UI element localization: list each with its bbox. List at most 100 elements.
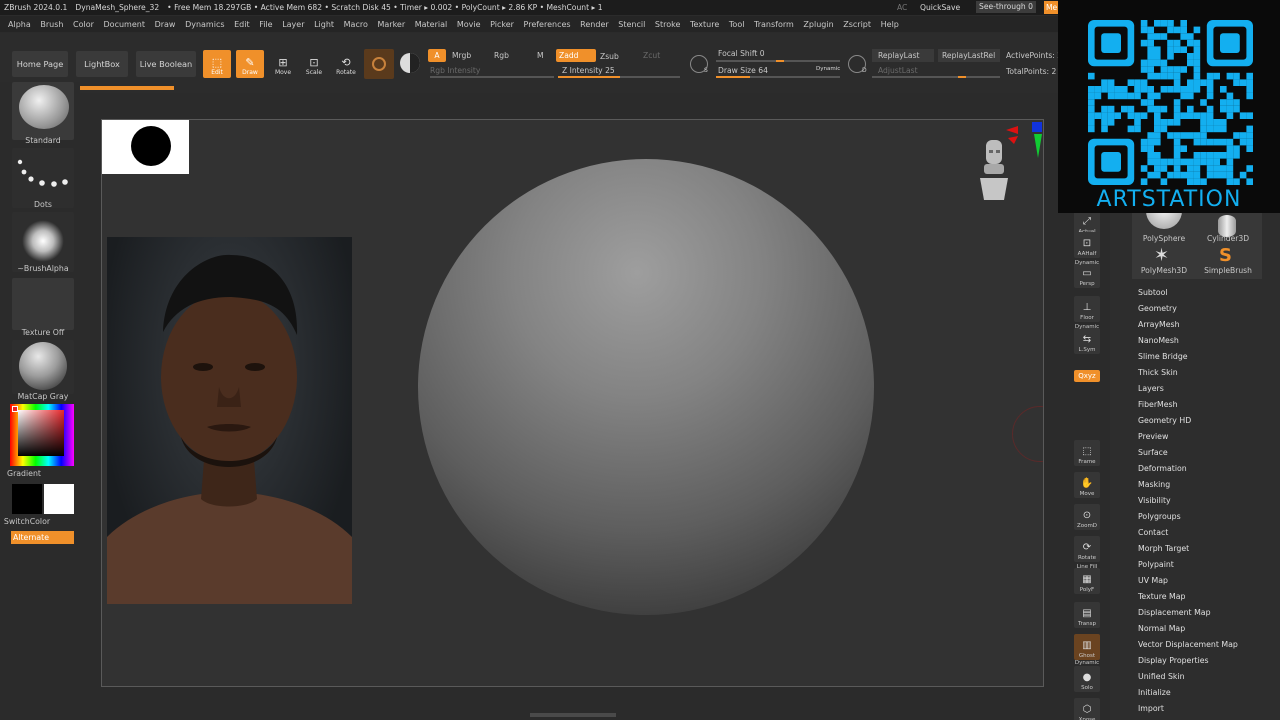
see-through-slider[interactable]: See-through 0 xyxy=(976,1,1036,13)
scale-button[interactable]: ⊡ Scale xyxy=(300,50,328,78)
live-boolean-button[interactable]: Live Boolean xyxy=(136,51,196,77)
color-square[interactable] xyxy=(18,410,64,456)
palette-vector-displacement-map[interactable]: Vector Displacement Map xyxy=(1138,640,1238,649)
palette-morph-target[interactable]: Morph Target xyxy=(1138,544,1189,553)
palette-texture-map[interactable]: Texture Map xyxy=(1138,592,1185,601)
palette-surface[interactable]: Surface xyxy=(1138,448,1168,457)
menu-stencil[interactable]: Stencil xyxy=(618,20,645,29)
replay-last-button[interactable]: ReplayLast xyxy=(872,49,934,62)
tool-cylinder3d[interactable]: Cylinder3D xyxy=(1197,234,1259,243)
zsub-toggle[interactable]: Zsub xyxy=(600,52,619,61)
rightbar-transp[interactable]: ▤ Transp xyxy=(1074,602,1100,628)
menu-file[interactable]: File xyxy=(259,20,272,29)
menu-texture[interactable]: Texture xyxy=(690,20,719,29)
tool-polysphere[interactable]: PolySphere xyxy=(1133,234,1195,243)
menu-light[interactable]: Light xyxy=(314,20,334,29)
switch-color-button[interactable]: SwitchColor xyxy=(0,517,62,526)
draw-size-slider[interactable]: Draw Size 64 xyxy=(718,66,768,75)
menu-material[interactable]: Material xyxy=(415,20,448,29)
palette-geometry-hd[interactable]: Geometry HD xyxy=(1138,416,1191,425)
palette-thick-skin[interactable]: Thick Skin xyxy=(1138,368,1178,377)
tool-polymesh3d[interactable]: PolyMesh3D xyxy=(1133,266,1195,275)
rightbar-zoomd[interactable]: ⊙ ZoomD xyxy=(1074,504,1100,530)
palette-geometry[interactable]: Geometry xyxy=(1138,304,1177,313)
z-intensity-slider[interactable]: Z Intensity 25 xyxy=(562,66,615,75)
a-toggle[interactable]: A xyxy=(428,49,446,62)
bottom-scroll-handle[interactable] xyxy=(530,713,616,717)
menu-draw[interactable]: Draw xyxy=(155,20,176,29)
rightbar-floor[interactable]: ⊥ Floor xyxy=(1074,296,1100,322)
menus-toggle[interactable]: Me xyxy=(1044,1,1060,14)
palette-fibermesh[interactable]: FiberMesh xyxy=(1138,400,1178,409)
rightbar-lsym[interactable]: ⇆ L.Sym xyxy=(1074,328,1100,354)
rightbar-xpose[interactable]: ⬡ Xpose xyxy=(1074,698,1100,720)
palette-visibility[interactable]: Visibility xyxy=(1138,496,1171,505)
rightbar-qxyz[interactable]: Qxyz xyxy=(1074,370,1100,382)
adjust-last-slider[interactable]: AdjustLast xyxy=(878,66,918,75)
palette-masking[interactable]: Masking xyxy=(1138,480,1170,489)
palette-deformation[interactable]: Deformation xyxy=(1138,464,1187,473)
home-page-button[interactable]: Home Page xyxy=(12,51,68,77)
palette-initialize[interactable]: Initialize xyxy=(1138,688,1171,697)
palette-subtool[interactable]: Subtool xyxy=(1138,288,1168,297)
palette-uv-map[interactable]: UV Map xyxy=(1138,576,1168,585)
alternate-button[interactable]: Alternate xyxy=(11,531,74,544)
replay-last-rel-button[interactable]: ReplayLastRel xyxy=(938,49,1000,62)
palette-displacement-map[interactable]: Displacement Map xyxy=(1138,608,1211,617)
menu-transform[interactable]: Transform xyxy=(754,20,794,29)
material-thumbnail[interactable] xyxy=(12,340,74,394)
palette-polygroups[interactable]: Polygroups xyxy=(1138,512,1181,521)
palette-display-properties[interactable]: Display Properties xyxy=(1138,656,1209,665)
zcut-toggle[interactable]: Zcut xyxy=(643,51,660,60)
rightbar-move[interactable]: ✋ Move xyxy=(1074,472,1100,498)
m-toggle[interactable]: M xyxy=(537,51,544,60)
rightbar-polyf[interactable]: ▦ PolyF xyxy=(1074,568,1100,594)
secondary-color-swatch[interactable] xyxy=(44,484,74,514)
rgb-toggle[interactable]: Rgb xyxy=(494,51,509,60)
menu-brush[interactable]: Brush xyxy=(40,20,63,29)
palette-unified-skin[interactable]: Unified Skin xyxy=(1138,672,1185,681)
palette-contact[interactable]: Contact xyxy=(1138,528,1168,537)
palette-layers[interactable]: Layers xyxy=(1138,384,1164,393)
palette-slime-bridge[interactable]: Slime Bridge xyxy=(1138,352,1188,361)
rgb-intensity-slider[interactable]: Rgb Intensity xyxy=(430,66,480,75)
menu-help[interactable]: Help xyxy=(881,20,899,29)
palette-preview[interactable]: Preview xyxy=(1138,432,1168,441)
stroke-thumbnail[interactable] xyxy=(12,148,74,208)
alpha-thumbnail[interactable] xyxy=(12,212,74,272)
menu-tool[interactable]: Tool xyxy=(729,20,745,29)
brush-preview[interactable] xyxy=(364,49,394,79)
primary-color-swatch[interactable] xyxy=(12,484,42,514)
move-button[interactable]: ⊞ Move xyxy=(269,50,297,78)
rightbar-rotate[interactable]: ⟳ Rotate xyxy=(1074,536,1100,562)
rightbar-aahalf[interactable]: ⊡ AAHalf xyxy=(1074,232,1100,258)
palette-arraymesh[interactable]: ArrayMesh xyxy=(1138,320,1180,329)
adjust-last-track[interactable] xyxy=(872,76,1000,78)
menu-layer[interactable]: Layer xyxy=(282,20,304,29)
zadd-toggle[interactable]: Zadd xyxy=(556,49,596,62)
rightbar-ghost[interactable]: ▥ Ghost xyxy=(1074,634,1100,660)
menu-preferences[interactable]: Preferences xyxy=(524,20,571,29)
document-canvas[interactable] xyxy=(101,119,1044,687)
texture-thumbnail[interactable] xyxy=(12,278,74,330)
rotate-button[interactable]: ⟲ Rotate xyxy=(332,50,360,78)
palette-polypaint[interactable]: Polypaint xyxy=(1138,560,1174,569)
palette-nanomesh[interactable]: NanoMesh xyxy=(1138,336,1179,345)
quicksave-button[interactable]: QuickSave xyxy=(920,0,960,15)
lightbox-button[interactable]: LightBox xyxy=(76,51,128,77)
focal-shift-slider[interactable]: Focal Shift 0 xyxy=(718,49,765,58)
menu-marker[interactable]: Marker xyxy=(377,20,405,29)
menu-render[interactable]: Render xyxy=(580,20,608,29)
edit-button[interactable]: ⬚ Edit xyxy=(203,50,231,78)
menu-edit[interactable]: Edit xyxy=(234,20,250,29)
dynamic-toggle[interactable]: Dynamic xyxy=(816,66,840,72)
menu-document[interactable]: Document xyxy=(104,20,145,29)
menu-picker[interactable]: Picker xyxy=(490,20,514,29)
material-toggle[interactable] xyxy=(400,53,420,73)
menu-zplugin[interactable]: Zplugin xyxy=(803,20,833,29)
palette-normal-map[interactable]: Normal Map xyxy=(1138,624,1185,633)
brush-thumbnail[interactable] xyxy=(12,82,74,140)
draw-button[interactable]: ✎ Draw xyxy=(236,50,264,78)
mrgb-toggle[interactable]: Mrgb xyxy=(452,51,471,60)
menu-macro[interactable]: Macro xyxy=(344,20,368,29)
